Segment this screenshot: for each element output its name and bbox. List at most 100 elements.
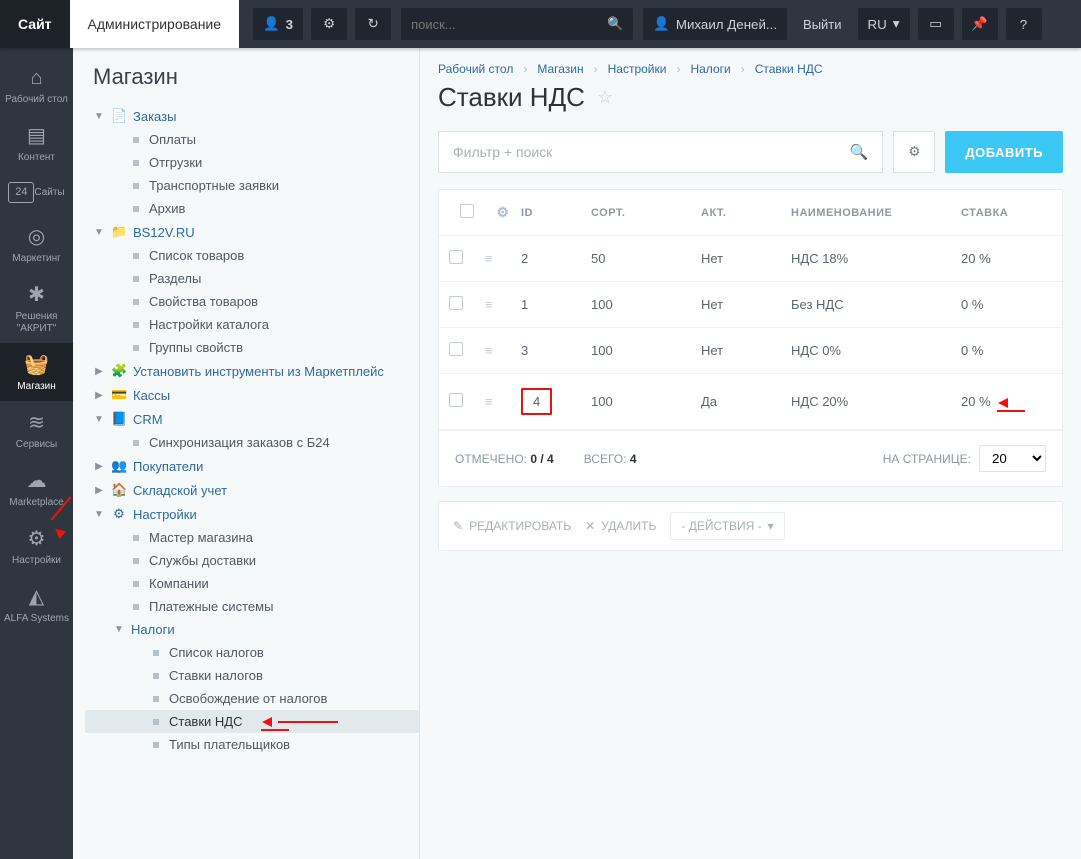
row-checkbox[interactable] xyxy=(449,393,463,407)
tree-item[interactable]: Платежные системы xyxy=(85,595,419,618)
global-search[interactable]: 🔍 xyxy=(401,8,633,40)
tree-item[interactable]: ▼📁BS12V.RU xyxy=(85,220,419,244)
toggle-icon[interactable]: ▼ xyxy=(93,414,105,425)
toggle-icon[interactable]: ▼ xyxy=(93,111,105,122)
breadcrumb-link[interactable]: Настройки xyxy=(608,62,667,76)
breadcrumb-link[interactable]: Налоги xyxy=(690,62,730,76)
rail-item-магазин[interactable]: 🧺Магазин xyxy=(0,343,73,401)
toggle-icon[interactable]: ▼ xyxy=(93,227,105,238)
notifications-button[interactable]: 👤3 xyxy=(253,8,303,40)
tree-item-label: Налоги xyxy=(131,622,175,637)
breadcrumb-link[interactable]: Рабочий стол xyxy=(438,62,513,76)
tree-item[interactable]: Настройки каталога xyxy=(85,313,419,336)
col-sort[interactable]: СОРТ. xyxy=(591,207,701,219)
drag-handle-icon[interactable]: ≡ xyxy=(485,297,521,312)
x-icon: ✕ xyxy=(585,519,595,533)
cell-active: Нет xyxy=(701,251,791,266)
folder-icon: 👥 xyxy=(111,458,127,474)
help-button[interactable]: ? xyxy=(1006,8,1042,40)
col-name[interactable]: НАИМЕНОВАНИЕ xyxy=(791,207,961,219)
row-checkbox[interactable] xyxy=(449,250,463,264)
breadcrumb-link[interactable]: Ставки НДС xyxy=(755,62,823,76)
tree-item[interactable]: Типы плательщиков xyxy=(85,733,419,756)
grid-settings-button[interactable]: ⚙ xyxy=(893,131,935,173)
tree-item[interactable]: ▼📘CRM xyxy=(85,407,419,431)
admin-button[interactable]: Администрирование xyxy=(70,0,240,48)
bullet-icon xyxy=(133,345,139,351)
bulk-actions-dropdown[interactable]: - ДЕЙСТВИЯ -▾ xyxy=(670,512,784,540)
toggle-icon[interactable]: ▼ xyxy=(93,509,105,520)
rail-item-рабочий-стол[interactable]: ⌂Рабочий стол xyxy=(0,56,73,114)
tree-item[interactable]: Службы доставки xyxy=(85,549,419,572)
site-button[interactable]: Сайт xyxy=(0,0,70,48)
rail-item-сервисы[interactable]: ≋Сервисы xyxy=(0,401,73,459)
row-checkbox[interactable] xyxy=(449,296,463,310)
rail-item-контент[interactable]: ▤Контент xyxy=(0,114,73,172)
rail-item-сайты[interactable]: 24Сайты xyxy=(0,172,73,215)
rail-item-решения-акрит-[interactable]: ✱Решения "АКРИТ" xyxy=(0,273,73,343)
rail-item-маркетинг[interactable]: ◎Маркетинг xyxy=(0,215,73,273)
pin-button[interactable]: 📌 xyxy=(962,8,998,40)
table-row[interactable]: ≡3100НетНДС 0%0 % xyxy=(439,328,1062,374)
tree-item[interactable]: Мастер магазина xyxy=(85,526,419,549)
user-menu[interactable]: 👤Михаил Деней... xyxy=(643,8,787,40)
col-rate[interactable]: СТАВКА xyxy=(961,207,1052,219)
toggle-icon[interactable]: ▶ xyxy=(93,390,105,401)
add-button[interactable]: ДОБАВИТЬ xyxy=(945,131,1063,173)
tree-item[interactable]: ▶🧩Установить инструменты из Маркетплейс xyxy=(85,359,419,383)
col-id[interactable]: ID xyxy=(521,207,591,219)
drag-handle-icon[interactable]: ≡ xyxy=(485,394,521,409)
toggle-icon[interactable]: ▶ xyxy=(93,366,105,377)
tree-item[interactable]: Разделы xyxy=(85,267,419,290)
toggle-icon[interactable]: ▶ xyxy=(93,461,105,472)
breadcrumb-link[interactable]: Магазин xyxy=(537,62,583,76)
table-row[interactable]: ≡250НетНДС 18%20 % xyxy=(439,236,1062,282)
tree-item[interactable]: Группы свойств xyxy=(85,336,419,359)
tree-item-label: Кассы xyxy=(133,388,170,403)
tree-item[interactable]: Свойства товаров xyxy=(85,290,419,313)
tree-item[interactable]: Транспортные заявки xyxy=(85,174,419,197)
bulk-edit-button[interactable]: ✎РЕДАКТИРОВАТЬ xyxy=(453,519,571,533)
bookmark-button[interactable]: ▭ xyxy=(918,8,954,40)
tree-item[interactable]: ▶💳Кассы xyxy=(85,383,419,407)
perpage-select[interactable]: 20 xyxy=(979,445,1046,472)
tree-item[interactable]: Список налогов xyxy=(85,641,419,664)
table-row[interactable]: ≡1100НетБез НДС0 % xyxy=(439,282,1062,328)
col-active[interactable]: АКТ. xyxy=(701,207,791,219)
bulk-delete-button[interactable]: ✕УДАЛИТЬ xyxy=(585,519,656,533)
tree-item[interactable]: Ставки налогов xyxy=(85,664,419,687)
row-checkbox[interactable] xyxy=(449,342,463,356)
tree-item[interactable]: ▼📄Заказы xyxy=(85,104,419,128)
tree-item[interactable]: Оплаты xyxy=(85,128,419,151)
rail-item-alfa-systems[interactable]: ◭ALFA Systems xyxy=(0,575,73,633)
filter-input[interactable] xyxy=(439,132,836,172)
drag-handle-icon[interactable]: ≡ xyxy=(485,343,521,358)
tree-item[interactable]: ▶👥Покупатели xyxy=(85,454,419,478)
tree-item[interactable]: Компании xyxy=(85,572,419,595)
tree-item-label: Настройки xyxy=(133,507,197,522)
tree-item[interactable]: Освобождение от налогов xyxy=(85,687,419,710)
tree-item[interactable]: Список товаров xyxy=(85,244,419,267)
gear-icon[interactable]: ⚙ xyxy=(485,204,521,221)
settings-top-button[interactable]: ⚙ xyxy=(311,8,347,40)
gear-icon: ⚙ xyxy=(323,16,335,32)
table-row[interactable]: ≡4100ДаНДС 20%20 % xyxy=(439,374,1062,430)
tree-item[interactable]: ▼⚙Настройки xyxy=(85,502,419,526)
refresh-top-button[interactable]: ↻ xyxy=(355,8,391,40)
tree-item[interactable]: Синхронизация заказов с Б24 xyxy=(85,431,419,454)
select-all-checkbox[interactable] xyxy=(460,204,474,218)
tree-item[interactable]: ▶🏠Складской учет xyxy=(85,478,419,502)
filter-box[interactable]: 🔍 xyxy=(438,131,883,173)
global-search-input[interactable] xyxy=(401,9,597,40)
tree-item-label: Разделы xyxy=(149,271,201,286)
toggle-icon[interactable]: ▶ xyxy=(93,485,105,496)
drag-handle-icon[interactable]: ≡ xyxy=(485,251,521,266)
logout-button[interactable]: Выйти xyxy=(791,0,854,48)
tree-item[interactable]: Отгрузки xyxy=(85,151,419,174)
toggle-icon[interactable]: ▼ xyxy=(113,624,125,635)
tree-item[interactable]: Ставки НДС xyxy=(85,710,419,733)
tree-item[interactable]: ▼ Налоги xyxy=(85,618,419,641)
lang-switch[interactable]: RU ▾ xyxy=(858,8,910,40)
favorite-star-icon[interactable]: ☆ xyxy=(597,87,613,108)
tree-item[interactable]: Архив xyxy=(85,197,419,220)
